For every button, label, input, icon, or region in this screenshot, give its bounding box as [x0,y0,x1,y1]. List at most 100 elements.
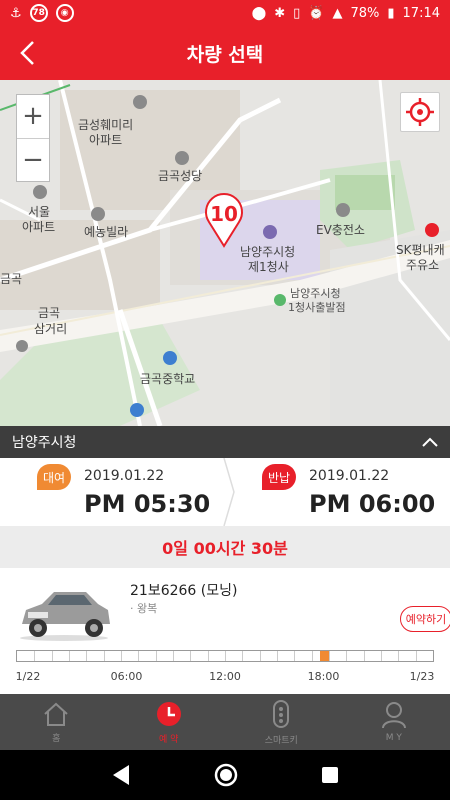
zoom-controls: + − [16,94,50,182]
timeline-tick [155,651,157,661]
timeline-tick [225,651,226,661]
map-label-ev: EV충전소 [316,223,365,237]
recents-square-icon[interactable] [321,766,339,784]
smartkey-icon [273,699,290,728]
time-divider-chevron [223,458,235,526]
alarm-icon: ⏰ [308,5,325,21]
nav-reservation[interactable]: 예 약 [113,694,226,750]
timeline-tick [103,651,105,661]
nav-my[interactable]: M Y [338,694,450,750]
timeline-tick [363,651,365,661]
return-date: 2019.01.22 [309,468,390,484]
station-header[interactable]: 남양주시청 [0,426,450,458]
timeline-tick [121,651,122,661]
timeline-tick [329,651,330,661]
map-label-branch-2: 1청사출발점 [288,301,346,314]
chevron-up-icon[interactable] [422,437,438,447]
map-view[interactable]: 금성훼미리 아파트 금곡성당 서울 아파트 예농빌라 남양주시청 제1청사 EV… [0,80,450,426]
timeline-tick [277,651,278,661]
nav-reservation-label: 예 약 [159,734,179,745]
battery-icon: ▮ [387,5,395,21]
timeline-tick [86,651,88,661]
map-label-intersection: 삼거리 [34,322,68,336]
map-background [0,80,450,426]
timeline-tick [346,651,348,661]
nav-smartkey-label: 스마트키 [264,735,298,746]
return-time-block[interactable]: 반납 2019.01.22 PM 06:00 [225,458,450,526]
return-tag: 반납 [262,464,296,490]
home-circle-icon[interactable] [214,763,238,787]
zoom-in-button[interactable]: + [17,95,49,138]
car-name: 21보6266 (모닝) [130,583,238,599]
map-label-seoul-apt-2: 아파트 [22,220,56,234]
back-triangle-icon[interactable] [111,764,131,786]
nav-my-label: M Y [385,733,402,743]
timeline-label: 1/22 [15,670,41,683]
clock-time: 17:14 [402,5,440,21]
car-list-item[interactable]: 21보6266 (모닝) · 왕복 예약하기 1/22 06:00 12:00 18:… [0,568,450,694]
home-icon [44,702,68,726]
vibrate-icon: ▯ [293,5,301,21]
nav-home-label: 홈 [52,733,61,744]
map-label-branch-1: 남양주시청 [290,287,341,300]
timeline-tick [69,651,70,661]
timeline-reserved-block [320,651,329,661]
timeline-tick [138,651,140,661]
bottom-nav: 홈 예 약 스마트키 M Y [0,694,450,750]
timeline-tick [381,651,382,661]
timeline-tick [398,651,400,661]
timeline-tick [294,651,296,661]
zoom-out-button[interactable]: − [17,137,49,182]
system-navigation-bar [0,750,450,800]
map-label-middle-school: 금곡중학교 [140,372,196,386]
timeline-tick [207,651,209,661]
battery-percent: 78% [350,5,380,21]
timeline-label: 18:00 [307,670,340,683]
timeline-tick [259,651,261,661]
map-label-sk-1: SK평내캐 [396,243,445,257]
map-label-cityhall-1: 남양주시청 [240,245,296,259]
timeline-tick [415,651,417,661]
nav-home[interactable]: 홈 [0,694,113,750]
reserve-button[interactable]: 예약하기 [400,606,450,632]
station-name: 남양주시청 [12,435,77,451]
timeline-tick [311,651,313,661]
car-type: · 왕복 [130,602,158,615]
my-location-button[interactable] [400,92,440,132]
map-label-villa: 예농빌라 [84,225,129,239]
rent-time: PM 05:30 [84,490,211,518]
map-label-apartment: 금성훼미리 아파트 [78,118,133,148]
page-title: 차량 선택 [186,43,264,66]
app-bar: 차량 선택 [0,26,450,80]
back-button[interactable] [10,36,44,70]
rent-date: 2019.01.22 [84,468,165,484]
map-label-apartment-text: 금성훼미리 아파트 [78,118,134,147]
timeline-tick [190,651,192,661]
location-icon: ⬤ [251,5,267,21]
return-time: PM 06:00 [309,490,436,518]
sync-icon: ◉ [55,4,74,22]
map-label-seoul-apt-1: 서울 [28,205,51,219]
timeline-tick [51,651,53,661]
car-image [20,592,110,641]
timeline-tick [242,651,244,661]
map-label-geumgok: 금곡 [38,306,61,320]
timeline-tick [34,651,36,661]
notification-badge: 78 [29,4,48,22]
status-bar: ⚓ 78 ◉ ⬤ ✱ ▯ ⏰ ▲ 78% ▮ 17:14 [0,0,450,26]
map-label-geumgok-small: 금곡 [0,272,23,286]
bluetooth-icon: ✱ [274,5,286,21]
crosshair-icon [406,98,434,126]
timeline-label: 12:00 [209,670,241,683]
station-pin-number: 10 [210,202,238,226]
signal-icon: ▲ [332,5,343,21]
timeline-label: 1/23 [409,670,435,683]
map-label-sk-2: 주유소 [406,258,440,272]
rent-tag: 대여 [37,464,71,490]
person-icon [381,702,406,729]
clock-icon [156,701,181,726]
rent-time-block[interactable]: 대여 2019.01.22 PM 05:30 [0,458,225,526]
nav-smartkey[interactable]: 스마트키 [225,694,338,750]
usb-icon: ⚓ [10,5,22,21]
availability-timeline [16,650,434,662]
